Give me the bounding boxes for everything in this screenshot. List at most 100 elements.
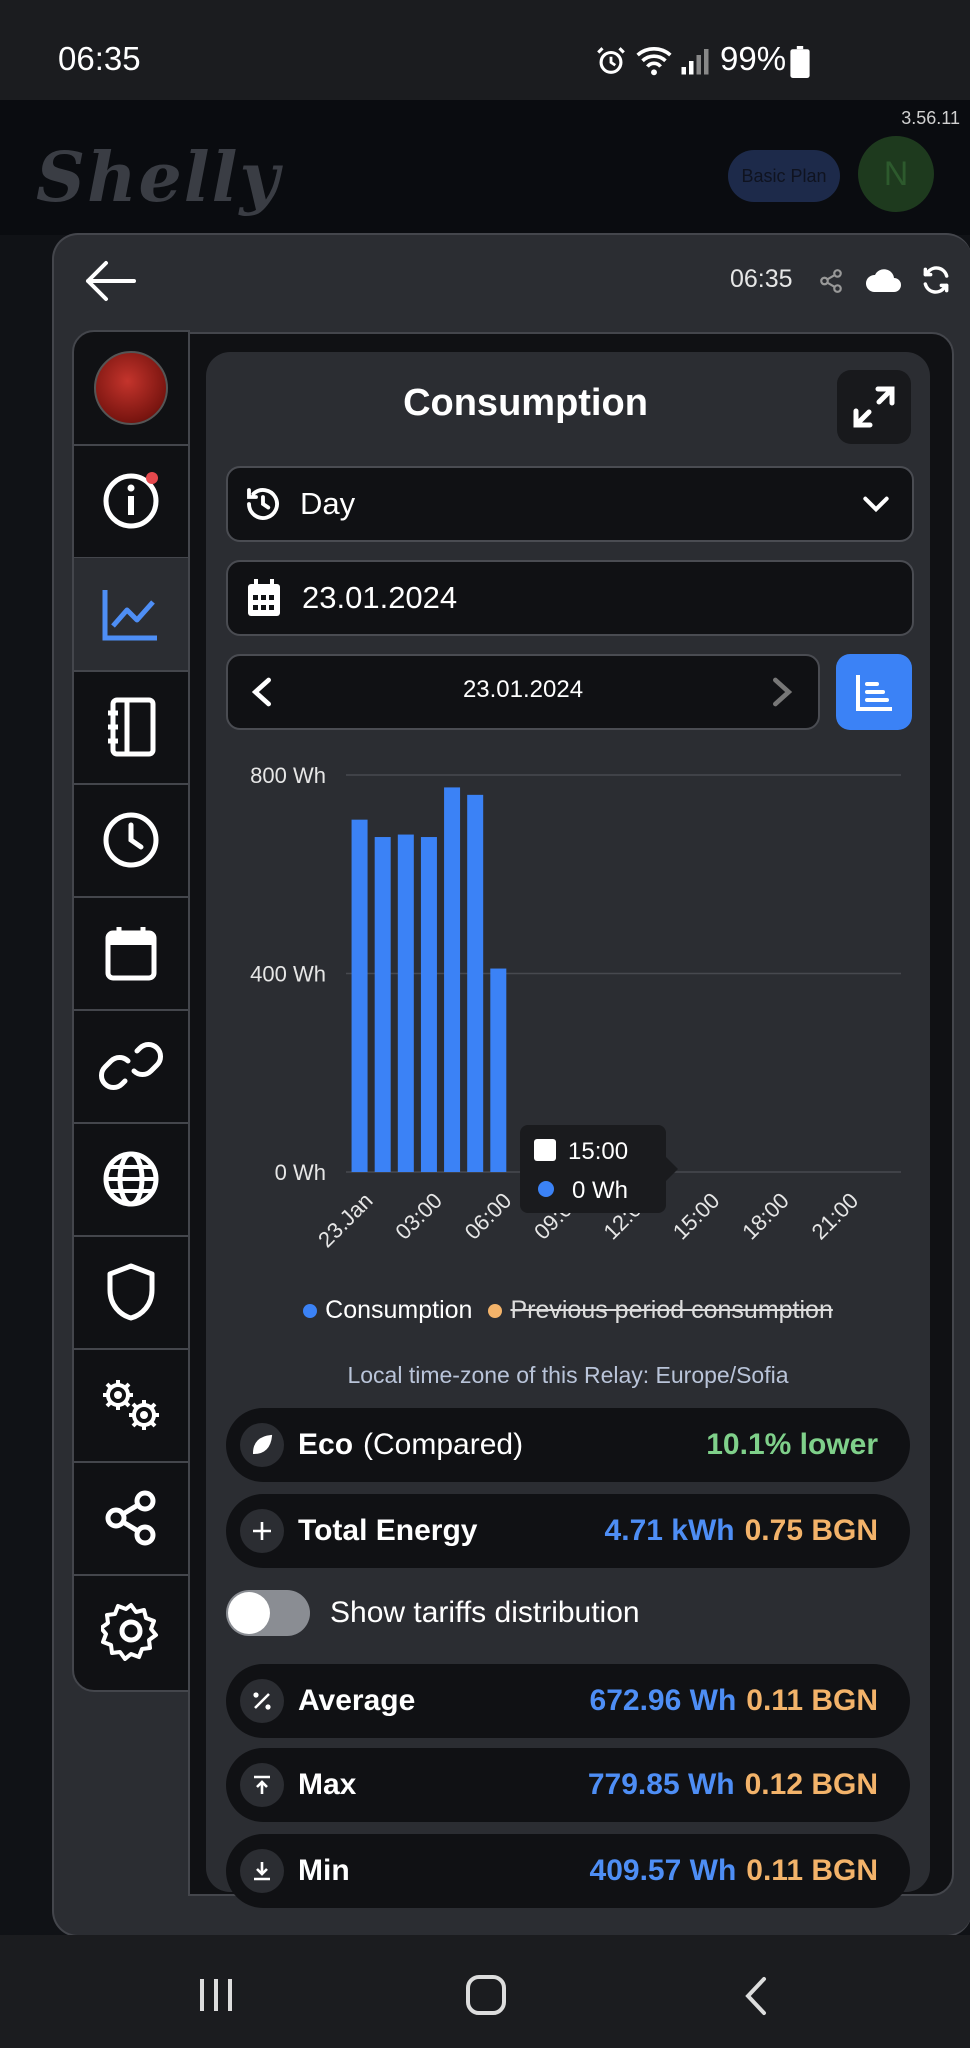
consumption-chart: 0 Wh400 Wh800 Wh23.Jan 03:00 06:00 09:00 12:… (250, 763, 901, 1252)
sidebar-item-link[interactable] (74, 1010, 188, 1124)
leaf-icon (240, 1423, 284, 1467)
refresh-icon[interactable] (920, 264, 952, 301)
app-version: 3.56.11 (901, 108, 960, 128)
eco-suffix: (Compared) (363, 1428, 524, 1461)
signal-icon (680, 46, 710, 81)
cloud-icon[interactable] (864, 264, 902, 301)
x-tick-label: 23.Jan (313, 1188, 377, 1252)
y-tick-label: 400 Wh (250, 962, 326, 987)
chevron-down-icon (863, 496, 889, 513)
max-label: Max (298, 1768, 357, 1801)
min-label: Min (298, 1854, 350, 1887)
shield-icon (107, 1263, 155, 1321)
dialog-time: 06:35 (730, 265, 793, 293)
x-tick-label: 06:00 (460, 1188, 517, 1245)
recents-icon (200, 1979, 232, 2011)
x-tick-label: 21:00 (807, 1188, 864, 1245)
share-nodes-icon (105, 1490, 156, 1546)
eco-label: Eco (298, 1428, 354, 1461)
period-value: Day (300, 486, 356, 521)
home-icon (466, 1975, 506, 2015)
total-energy: 4.71 kWh (604, 1514, 735, 1547)
sidebar-item-share[interactable] (74, 1462, 188, 1576)
min-cost: 0.11 BGN (746, 1854, 878, 1887)
eco-row[interactable]: Eco (Compared) 10.1% lower (226, 1408, 910, 1482)
recent-apps-button[interactable] (196, 1975, 236, 2020)
legend-item-consumption[interactable]: Consumption (303, 1296, 472, 1325)
chart-bar (490, 968, 507, 1172)
max-energy: 779.85 Wh (587, 1768, 735, 1801)
gears-icon (103, 1380, 159, 1430)
next-day-button[interactable] (768, 676, 796, 713)
total-label: Total Energy (298, 1514, 478, 1547)
user-avatar[interactable]: N (858, 136, 934, 212)
chart-bar (420, 837, 437, 1172)
info-icon (103, 472, 159, 529)
tariffs-toggle[interactable] (226, 1590, 310, 1636)
sidebar-item-security[interactable] (74, 1236, 188, 1350)
status-time: 06:35 (58, 40, 141, 77)
expand-button[interactable] (837, 370, 911, 444)
arrow-up-to-line-icon (240, 1763, 284, 1807)
nav-date: 23.01.2024 (462, 676, 584, 703)
min-row[interactable]: Min 409.57 Wh 0.11 BGN (226, 1834, 910, 1908)
chart-bar (351, 819, 368, 1172)
tooltip-time: 15:00 (568, 1138, 628, 1165)
x-tick-label: 03:00 (390, 1188, 447, 1245)
tooltip-value: 0 Wh (572, 1177, 628, 1204)
arrow-down-to-line-icon (240, 1849, 284, 1893)
date-picker-input[interactable]: 23.01.2024 (226, 560, 914, 636)
history-icon (247, 488, 279, 520)
legend-item-previous[interactable]: Previous period consumption (488, 1296, 833, 1325)
sidebar-item-statistics[interactable] (74, 558, 188, 672)
chart-type-button[interactable] (836, 654, 912, 730)
back-arrow-icon[interactable] (82, 256, 142, 306)
sidebar-item-calendar[interactable] (74, 897, 188, 1011)
tariffs-toggle-row: Show tariffs distribution (226, 1590, 640, 1636)
chart-bar (444, 787, 461, 1172)
alarm-icon (594, 44, 628, 83)
average-row[interactable]: Average 672.96 Wh 0.11 BGN (226, 1664, 910, 1738)
max-cost: 0.12 BGN (744, 1768, 878, 1801)
calendar-icon (105, 927, 157, 981)
plus-icon (240, 1509, 284, 1553)
back-button[interactable] (740, 1975, 772, 2022)
average-label: Average (298, 1684, 416, 1717)
system-nav-bar (0, 1935, 970, 2048)
date-navigator: 23.01.2024 (226, 654, 820, 730)
sidebar-item-timer[interactable] (74, 784, 188, 898)
expand-icon (853, 386, 895, 428)
sidebar-item-settings[interactable] (74, 1575, 188, 1687)
back-icon (745, 1977, 766, 2015)
sidebar-item-info[interactable] (74, 445, 188, 559)
eco-value: 10.1% lower (706, 1428, 878, 1461)
chart-bar (467, 794, 484, 1172)
period-select[interactable]: Day (226, 466, 914, 542)
total-energy-row[interactable]: Total Energy 4.71 kWh 0.75 BGN (226, 1494, 910, 1568)
globe-icon (103, 1151, 159, 1207)
percent-icon (240, 1679, 284, 1723)
tooltip-series-dot (538, 1181, 554, 1197)
tariffs-label: Show tariffs distribution (330, 1596, 640, 1629)
share-icon[interactable] (818, 268, 844, 299)
tooltip-calendar-icon (534, 1139, 556, 1161)
link-icon (99, 1042, 163, 1090)
sidebar-item-schedule-table[interactable] (74, 671, 188, 785)
max-row[interactable]: Max 779.85 Wh 0.12 BGN (226, 1748, 910, 1822)
table-icon (108, 697, 156, 757)
gear-icon (101, 1603, 158, 1661)
device-sidebar (72, 330, 190, 1692)
plan-badge[interactable]: Basic Plan (728, 150, 840, 202)
chart-bar (397, 834, 414, 1172)
home-button[interactable] (464, 1973, 508, 2022)
average-energy: 672.96 Wh (589, 1684, 737, 1717)
battery-icon (790, 46, 810, 83)
y-tick-label: 0 Wh (275, 1160, 326, 1185)
bar-chart-icon (856, 675, 892, 711)
wifi-icon (634, 42, 674, 83)
sidebar-item-advanced-settings[interactable] (74, 1349, 188, 1463)
chart-line-icon (102, 590, 157, 641)
timezone-note: Local time-zone of this Relay: Europe/So… (347, 1362, 789, 1388)
sidebar-item-internet[interactable] (74, 1123, 188, 1237)
card-title: Consumption (403, 382, 648, 424)
